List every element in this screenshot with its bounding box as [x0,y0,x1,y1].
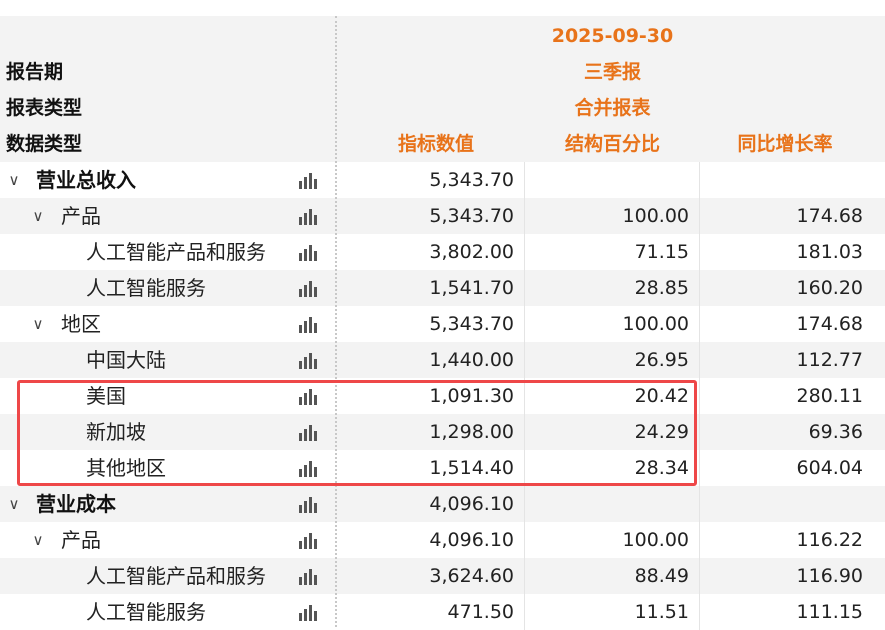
yoy-growth: 174.68 [796,313,863,335]
row-label: 地区 [61,312,101,336]
bar-chart-icon[interactable] [298,351,318,369]
structure-percent: 26.95 [634,349,689,371]
row-label: 中国大陆 [86,348,166,372]
column-header-growth[interactable]: 同比增长率 [700,126,870,162]
row-label: 人工智能服务 [86,600,206,624]
chevron-down-icon[interactable]: ∨ [28,306,48,342]
indicator-value: 1,440.00 [429,349,514,371]
bar-chart-icon[interactable] [298,315,318,333]
period-date: 2025-09-30 [551,25,674,47]
indicator-value: 3,802.00 [429,241,514,263]
bar-chart-icon[interactable] [298,603,318,621]
row-label: 人工智能产品和服务 [86,564,266,588]
bar-chart-icon[interactable] [298,567,318,585]
data-type-label: 数据类型 [6,133,83,155]
column-header-value[interactable]: 指标数值 [336,126,536,162]
chevron-down-icon[interactable]: ∨ [4,162,24,198]
structure-percent: 100.00 [622,529,689,551]
row-label: 营业成本 [36,492,116,516]
structure-percent [525,486,689,522]
chevron-down-icon[interactable]: ∨ [28,522,48,558]
yoy-growth: 280.11 [796,385,863,407]
yoy-growth: 112.77 [796,349,863,371]
bar-chart-icon[interactable] [298,207,318,225]
bar-chart-icon[interactable] [298,279,318,297]
yoy-growth: 160.20 [796,277,863,299]
yoy-growth: 116.90 [796,565,863,587]
table-row[interactable]: ∨ 营业成本 4,096.10 [0,486,885,522]
yoy-growth: 604.04 [796,457,863,479]
column-divider [335,16,337,627]
yoy-growth: 111.15 [796,601,863,623]
structure-percent: 100.00 [622,313,689,335]
statement-type: 合并报表 [574,97,651,119]
top-strip [0,0,885,16]
yoy-growth: 116.22 [796,529,863,551]
structure-percent: 11.51 [634,601,689,623]
bar-chart-icon[interactable] [298,171,318,189]
row-label: 人工智能产品和服务 [86,240,266,264]
report-type-label: 报表类型 [6,97,83,119]
table-row[interactable]: 人工智能服务 1,541.70 28.85 160.20 [0,270,885,306]
yoy-growth: 69.36 [808,421,863,443]
indicator-value: 4,096.10 [429,529,514,551]
row-label: 人工智能服务 [86,276,206,300]
table-row[interactable]: 人工智能产品和服务 3,624.60 88.49 116.90 [0,558,885,594]
table-row[interactable]: ∨ 地区 5,343.70 100.00 174.68 [0,306,885,342]
indicator-value: 4,096.10 [429,493,514,515]
table-row[interactable]: ∨ 产品 4,096.10 100.00 116.22 [0,522,885,558]
highlight-box [17,380,697,486]
yoy-growth: 174.68 [796,205,863,227]
structure-percent [525,162,689,198]
indicator-value: 1,541.70 [429,277,514,299]
bar-chart-icon[interactable] [298,243,318,261]
row-label: 产品 [61,204,101,228]
structure-percent: 88.49 [634,565,689,587]
table-row[interactable]: 人工智能产品和服务 3,802.00 71.15 181.03 [0,234,885,270]
table-row[interactable]: 中国大陆 1,440.00 26.95 112.77 [0,342,885,378]
indicator-value: 5,343.70 [429,313,514,335]
table-row[interactable]: ∨ 营业总收入 5,343.70 [0,162,885,198]
indicator-value: 5,343.70 [429,169,514,191]
yoy-growth: 181.03 [796,241,863,263]
yoy-growth [700,162,863,198]
bar-chart-icon[interactable] [298,531,318,549]
period-quarter: 三季报 [583,61,641,83]
column-header-percent[interactable]: 结构百分比 [525,126,700,162]
report-period-label: 报告期 [6,61,64,83]
row-label: 营业总收入 [36,168,136,192]
bar-chart-icon[interactable] [298,495,318,513]
structure-percent: 71.15 [634,241,689,263]
table-row[interactable]: ∨ 产品 5,343.70 100.00 174.68 [0,198,885,234]
chevron-down-icon[interactable]: ∨ [4,486,24,522]
chevron-down-icon[interactable]: ∨ [28,198,48,234]
structure-percent: 28.85 [634,277,689,299]
indicator-value: 471.50 [447,601,514,623]
structure-percent: 100.00 [622,205,689,227]
row-label: 产品 [61,528,101,552]
table-row[interactable]: 人工智能服务 471.50 11.51 111.15 [0,594,885,630]
yoy-growth [700,486,863,522]
indicator-value: 5,343.70 [429,205,514,227]
indicator-value: 3,624.60 [429,565,514,587]
